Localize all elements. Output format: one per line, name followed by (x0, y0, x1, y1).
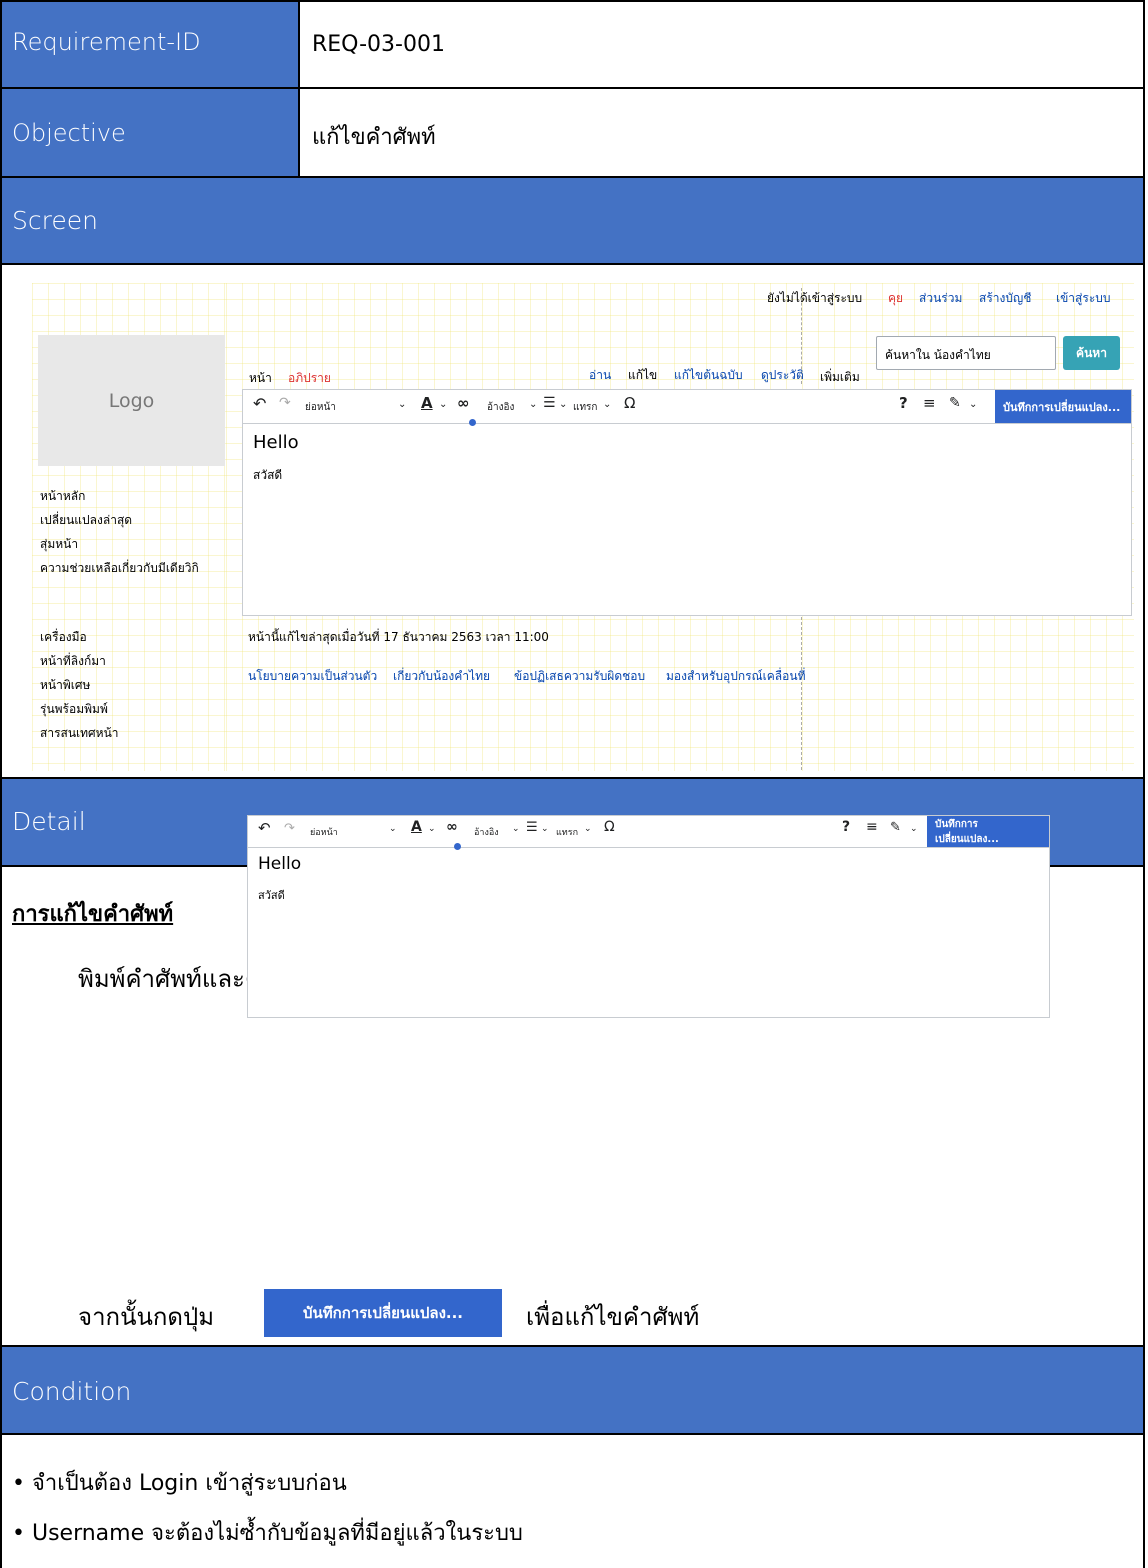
redo-icon[interactable]: ↷ (284, 821, 295, 836)
tab-discussion[interactable]: อภิปราย (288, 369, 331, 388)
editor-heading-text[interactable]: Hello (253, 432, 299, 453)
editor-toolbar: ↶ ↷ ย่อหน้า ⌄ A ⌄ ∞ อ้างอิง ⌄ ☰ ⌄ แทรก ⌄… (248, 816, 1049, 850)
save-changes-button[interactable]: บันทึกการเปลี่ยนแปลง... (927, 816, 1049, 847)
save-changes-button[interactable]: บันทึกการเปลี่ยนแปลง... (995, 390, 1131, 423)
chevron-down-icon[interactable]: ⌄ (529, 399, 537, 410)
divider (298, 2, 300, 87)
save-changes-button-illustration: บันทึกการเปลี่ยนแปลง... (264, 1289, 502, 1337)
link-icon[interactable]: ∞ (457, 394, 470, 412)
detail-step2-suffix: เพื่อแก้ไขคำศัพท์ (526, 1303, 700, 1331)
chevron-down-icon[interactable]: ⌄ (389, 824, 397, 834)
chevron-down-icon[interactable]: ⌄ (398, 399, 406, 410)
detail-label: Detail (12, 807, 86, 836)
sidebar-item-help[interactable]: ความช่วยเหลือเกี่ยวกับมีเดียวิกิ (40, 559, 199, 578)
screen-header: Screen (2, 178, 1143, 265)
editor-body-text[interactable]: สวัสดี (253, 466, 282, 485)
sidebar-item-page-info[interactable]: สารสนเทศหน้า (40, 724, 119, 743)
help-icon[interactable]: ? (842, 819, 850, 835)
objective-value: แก้ไขคำศัพท์ (312, 125, 436, 150)
editor-toolbar: ↶ ↷ ย่อหน้า ⌄ A ⌄ ∞ อ้างอิง ⌄ ☰ ⌄ แทรก ⌄… (243, 390, 1131, 426)
chevron-down-icon[interactable]: ⌄ (428, 824, 436, 834)
search-input[interactable]: ค้นหาใน น้องคำไทย (876, 336, 1056, 370)
undo-icon[interactable]: ↶ (258, 819, 271, 837)
chevron-down-icon[interactable]: ⌄ (584, 824, 592, 834)
sidebar-item-random-page[interactable]: สุ่มหน้า (40, 535, 78, 554)
search-button[interactable]: ค้นหา (1063, 336, 1120, 370)
requirement-id-row: Requirement-ID REQ-03-001 (2, 0, 1143, 89)
visual-editor: ↶ ↷ ย่อหน้า ⌄ A ⌄ ∞ อ้างอิง ⌄ ☰ ⌄ แทรก ⌄… (242, 389, 1132, 616)
pencil-icon[interactable]: ✎ (890, 820, 901, 835)
detail-step2-prefix: จากนั้นกดปุ่ม (78, 1303, 215, 1331)
sidebar-item-recent-changes[interactable]: เปลี่ยนแปลงล่าสุด (40, 511, 132, 530)
tab-edit-source[interactable]: แก้ไขต้นฉบับ (674, 366, 743, 385)
create-account-link[interactable]: สร้างบัญชี (979, 289, 1031, 308)
tab-read[interactable]: อ่าน (589, 366, 611, 385)
pencil-icon[interactable]: ✎ (949, 395, 961, 411)
special-character-icon[interactable]: Ω (604, 819, 615, 835)
sidebar-tools-heading: เครื่องมือ (40, 630, 87, 644)
list-icon[interactable]: ☰ (526, 820, 538, 835)
editor-body-text[interactable]: สวัสดี (258, 886, 285, 904)
dashed-guide (801, 612, 802, 770)
focus-dot (469, 419, 476, 426)
chevron-down-icon[interactable]: ⌄ (603, 399, 611, 410)
not-logged-in-text: ยังไม่ได้เข้าสู่ระบบ (767, 291, 863, 305)
contributions-link[interactable]: ส่วนร่วม (919, 289, 962, 308)
sidebar-item-special-pages[interactable]: หน้าพิเศษ (40, 676, 90, 695)
list-icon[interactable]: ☰ (543, 395, 556, 411)
visual-editor-example-frame: ↶ ↷ ย่อหน้า ⌄ A ⌄ ∞ อ้างอิง ⌄ ☰ ⌄ แทรก ⌄… (247, 815, 1050, 1018)
talk-link[interactable]: คุย (888, 289, 903, 308)
paragraph-format-select[interactable]: ย่อหน้า (310, 825, 338, 839)
requirement-id-label: Requirement-ID (12, 28, 201, 56)
undo-icon[interactable]: ↶ (253, 394, 266, 413)
special-character-icon[interactable]: Ω (624, 394, 635, 412)
editor-heading-text[interactable]: Hello (258, 854, 301, 874)
footer-link-disclaimer[interactable]: ข้อปฏิเสธความรับผิดชอบ (514, 667, 645, 686)
cite-button[interactable]: อ้างอิง (487, 400, 514, 415)
chevron-down-icon[interactable]: ⌄ (541, 824, 549, 834)
search-placeholder: ค้นหาใน น้องคำไทย (885, 348, 991, 362)
objective-label: Objective (12, 119, 126, 147)
menu-icon[interactable]: ≡ (923, 394, 936, 412)
insert-button[interactable]: แทรก (556, 825, 578, 839)
insert-button[interactable]: แทรก (573, 400, 597, 415)
chevron-down-icon[interactable]: ⌄ (439, 399, 447, 410)
objective-row: Objective แก้ไขคำศัพท์ (2, 89, 1143, 178)
tab-edit[interactable]: แก้ไข (628, 366, 657, 385)
requirement-document: Requirement-ID REQ-03-001 Objective แก้ไ… (0, 0, 1145, 1568)
link-icon[interactable]: ∞ (446, 819, 458, 835)
chevron-down-icon[interactable]: ⌄ (910, 824, 918, 834)
tab-page[interactable]: หน้า (249, 369, 272, 388)
text-style-icon[interactable]: A (411, 819, 422, 835)
text-style-icon[interactable]: A (421, 394, 433, 412)
menu-icon[interactable]: ≡ (866, 819, 878, 835)
cite-button[interactable]: อ้างอิง (474, 825, 499, 839)
paragraph-format-select[interactable]: ย่อหน้า (305, 400, 336, 415)
divider (298, 89, 300, 176)
help-icon[interactable]: ? (899, 394, 908, 412)
condition-item: • จำเป็นต้อง Login เข้าสู่ระบบก่อน (12, 1471, 347, 1496)
requirement-id-value: REQ-03-001 (312, 32, 445, 57)
chevron-down-icon[interactable]: ⌄ (512, 824, 520, 834)
last-edited-text: หน้านี้แก้ไขล่าสุดเมื่อวันที่ 17 ธันวาคม… (248, 630, 549, 644)
chevron-down-icon[interactable]: ⌄ (969, 399, 977, 410)
screen-label: Screen (12, 206, 98, 235)
tab-more[interactable]: เพิ่มเติม (820, 368, 860, 387)
footer-link-privacy[interactable]: นโยบายความเป็นส่วนตัว (248, 667, 377, 686)
sidebar-item-main-page[interactable]: หน้าหลัก (40, 487, 85, 506)
condition-header: Condition (2, 1345, 1143, 1435)
chevron-down-icon[interactable]: ⌄ (559, 399, 567, 410)
footer-link-mobile[interactable]: มองสำหรับอุปกรณ์เคลื่อนที่ (666, 667, 805, 686)
detail-title: การแก้ไขคำศัพท์ (12, 902, 174, 927)
redo-icon[interactable]: ↷ (279, 395, 291, 411)
condition-label: Condition (12, 1377, 132, 1406)
sidebar-item-what-links-here[interactable]: หน้าที่ลิงก์มา (40, 652, 106, 671)
logo: Logo (38, 335, 225, 466)
tab-history[interactable]: ดูประวัติ (761, 366, 804, 385)
condition-item: • Username จะต้องไม่ซ้ำกับข้อมูลที่มีอยู… (12, 1521, 523, 1546)
focus-dot (454, 843, 461, 850)
sidebar-item-printable[interactable]: รุ่นพร้อมพิมพ์ (40, 700, 108, 719)
footer-link-about[interactable]: เกี่ยวกับน้องคำไทย (393, 667, 490, 686)
login-link[interactable]: เข้าสู่ระบบ (1056, 289, 1111, 308)
